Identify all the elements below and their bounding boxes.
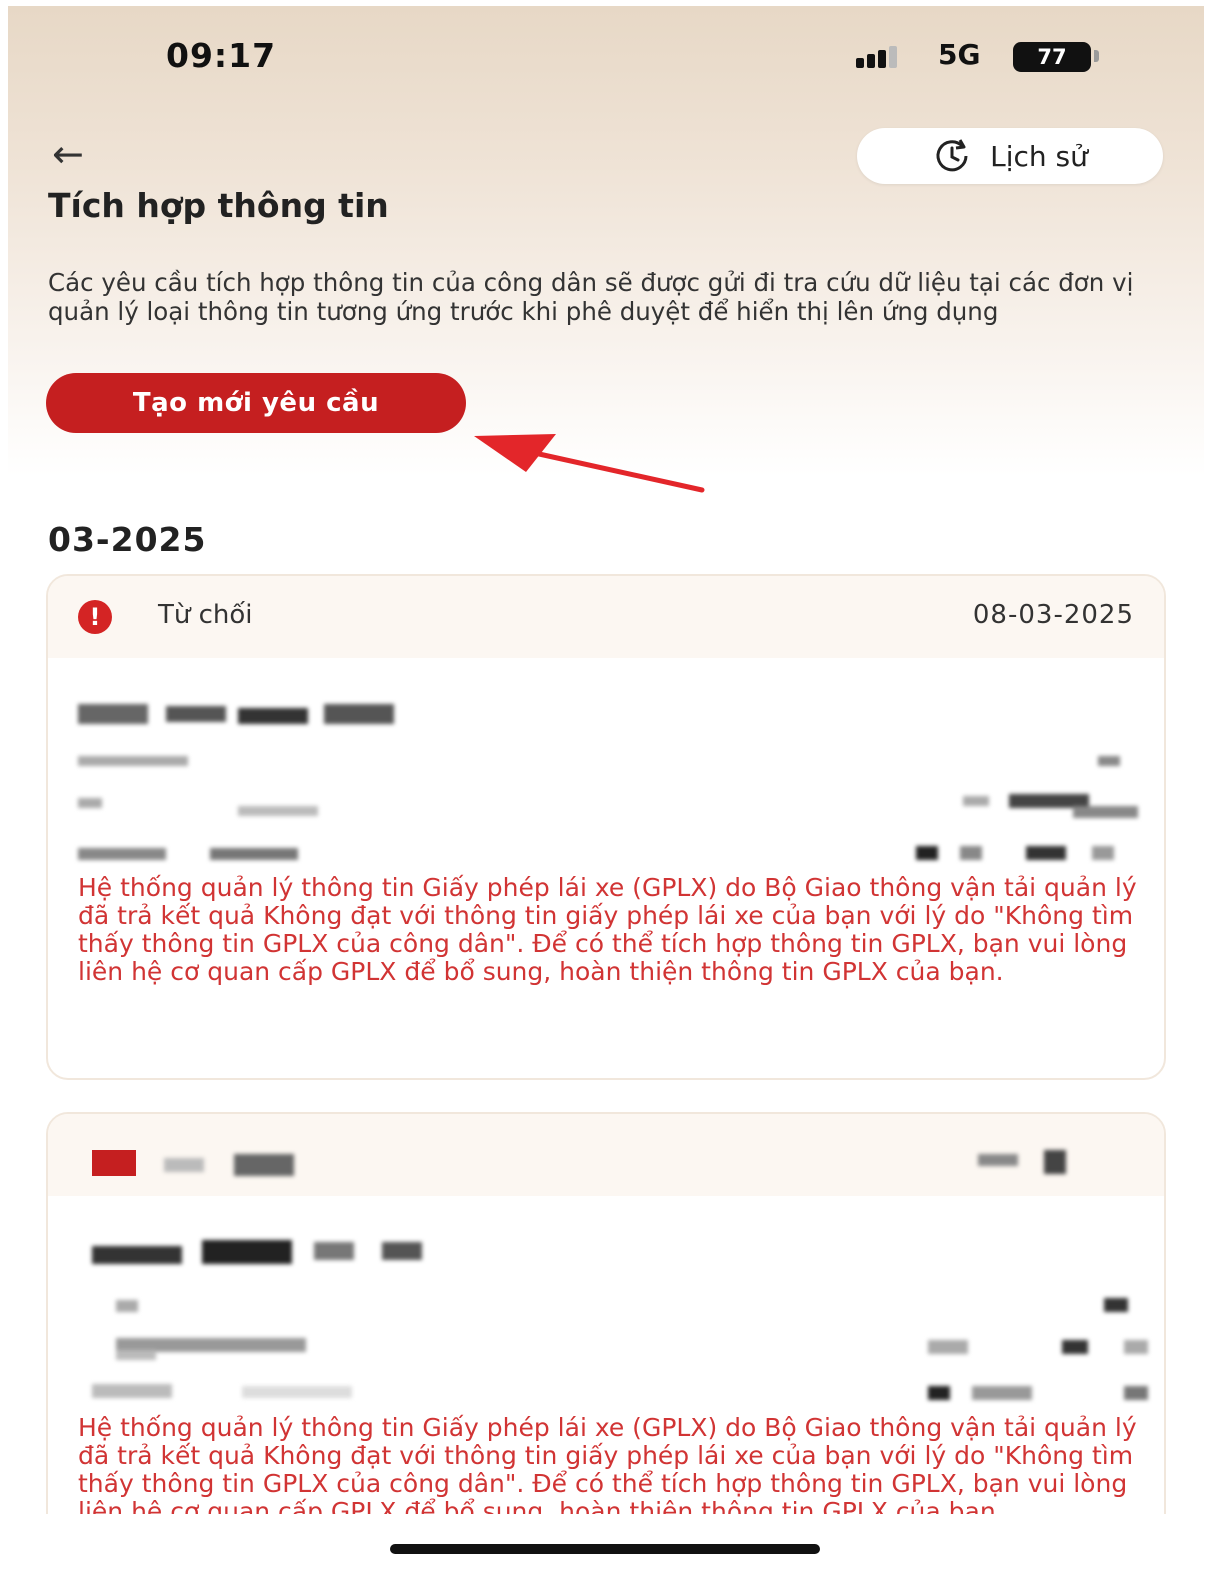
app-screen: 09:17 5G 77 ← Lịch sử Tích hợp thông tin… xyxy=(8,6,1204,1572)
request-note: Hệ thống quản lý thông tin Giấy phép lái… xyxy=(78,873,1137,986)
status-time: 09:17 xyxy=(166,36,277,75)
status-icon xyxy=(92,1150,136,1176)
network-type: 5G xyxy=(938,38,981,71)
annotation-arrow-icon xyxy=(474,434,705,493)
create-request-button[interactable]: Tạo mới yêu cầu xyxy=(46,373,466,433)
bottom-safe-area xyxy=(8,1514,1204,1572)
month-heading: 03-2025 xyxy=(48,520,207,559)
page-description: Các yêu cầu tích hợp thông tin của công … xyxy=(48,268,1134,326)
status-bar: 09:17 5G 77 xyxy=(8,6,1204,106)
history-button[interactable]: Lịch sử xyxy=(857,128,1163,184)
battery-cap xyxy=(1094,50,1099,62)
home-indicator[interactable] xyxy=(390,1544,820,1554)
page-title: Tích hợp thông tin xyxy=(48,186,389,225)
cellular-signal-icon xyxy=(856,46,900,68)
request-note: Hệ thống quản lý thông tin Giấy phép lái… xyxy=(78,1413,1137,1526)
error-icon: ! xyxy=(78,600,112,634)
history-label: Lịch sử xyxy=(990,139,1088,173)
request-card-header: ! Từ chối 08-03-2025 xyxy=(48,576,1164,658)
history-icon xyxy=(936,139,968,172)
request-card-header xyxy=(48,1114,1164,1196)
back-arrow-icon[interactable]: ← xyxy=(52,132,84,176)
request-card[interactable]: Hệ thống quản lý thông tin Giấy phép lái… xyxy=(46,1112,1166,1572)
battery-icon: 77 xyxy=(1013,42,1091,72)
request-date: 08-03-2025 xyxy=(972,600,1134,630)
request-status: Từ chối xyxy=(158,600,253,630)
request-card[interactable]: ! Từ chối 08-03-2025 Hệ thống quản lý th… xyxy=(46,574,1166,1080)
